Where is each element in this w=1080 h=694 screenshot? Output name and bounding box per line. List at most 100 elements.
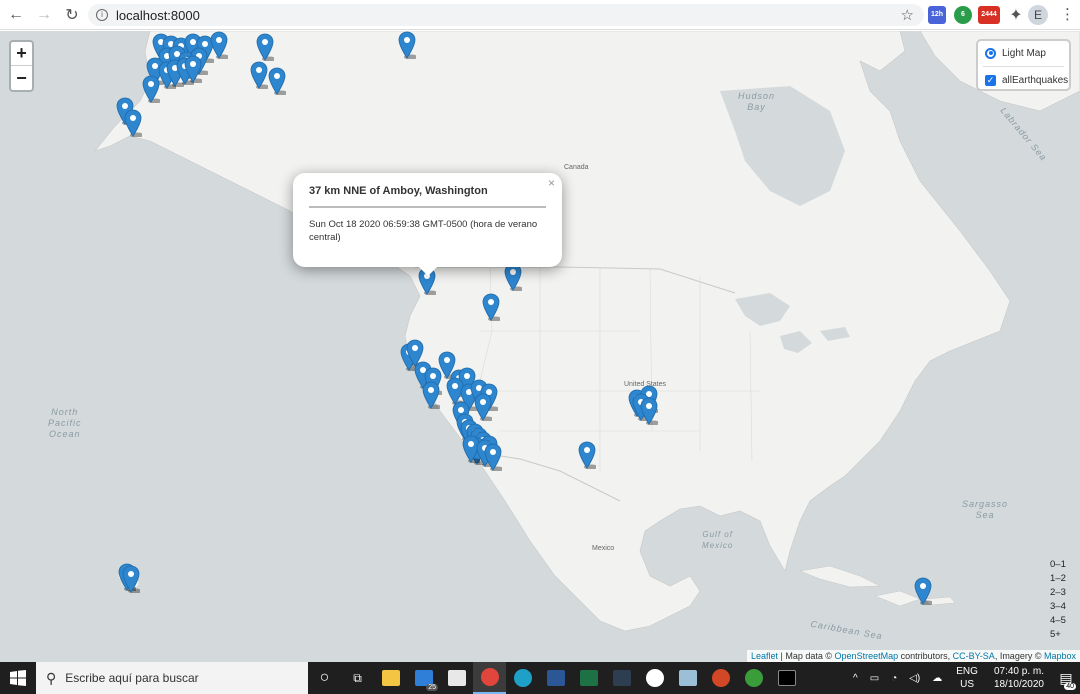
store-icon[interactable] (440, 662, 473, 694)
earthquake-marker-icon[interactable] (142, 75, 160, 103)
label-hudson-bay: Hudson Bay (738, 91, 776, 112)
osm-link[interactable]: OpenStreetMap (835, 651, 899, 661)
zoom-out-button[interactable]: − (11, 66, 32, 90)
file-explorer-icon[interactable] (374, 662, 407, 694)
taskbar-search[interactable]: ⚲ Escribe aquí para buscar (36, 662, 308, 694)
mail-badge: 25 (426, 684, 438, 691)
edge-icon[interactable] (506, 662, 539, 694)
legend-item: 0–1 (1050, 559, 1066, 570)
windows-taskbar: ⚲ Escribe aquí para buscar ○ ⧉ 25 ^ ▭ ◔ … (0, 662, 1080, 694)
extensions-puzzle-icon[interactable]: ✦ (1004, 3, 1028, 27)
green-app-icon[interactable] (737, 662, 770, 694)
attribution-text: | Map data © (778, 651, 835, 661)
label-north-pacific: North Pacific Ocean (48, 407, 82, 439)
earthquake-popup: × 37 km NNE of Amboy, Washington Sun Oct… (293, 173, 562, 267)
clock-time: 07:40 p. m. (993, 666, 1044, 677)
earthquake-marker-icon[interactable] (124, 109, 142, 137)
terminal-icon[interactable] (770, 662, 803, 694)
forward-icon[interactable]: → (32, 3, 56, 27)
clock[interactable]: 07:40 p. m. 18/10/2020 (994, 665, 1044, 691)
clock-date: 18/10/2020 (993, 679, 1044, 690)
leaflet-link[interactable]: Leaflet (751, 651, 778, 661)
popup-close-button[interactable]: × (548, 176, 555, 190)
powerpoint-icon[interactable] (704, 662, 737, 694)
legend-item: 1–2 (1050, 573, 1066, 584)
earthquake-marker-icon[interactable] (504, 263, 522, 291)
earthquake-marker-icon[interactable] (398, 31, 416, 59)
notes-app-icon[interactable] (671, 662, 704, 694)
earthquake-marker-icon[interactable] (914, 577, 932, 605)
legend-item: 5+ (1050, 629, 1061, 640)
reload-icon[interactable]: ↻ (60, 3, 84, 27)
leaflet-map[interactable]: Hudson Bay Labrador Sea North Pacific Oc… (0, 31, 1080, 662)
system-tray: ^ ▭ ◔ ◁) ☁ ENG US 07:40 p. m. 18/10/2020… (847, 662, 1080, 694)
layers-control: Light Map ✓ allEarthquakes (976, 39, 1071, 91)
start-button[interactable] (0, 662, 36, 694)
label-mexico: Mexico (592, 545, 615, 552)
earthquake-marker-icon[interactable] (484, 443, 502, 471)
zoom-in-button[interactable]: + (11, 42, 32, 66)
zoom-control: + − (9, 40, 34, 92)
overlay-layer-option[interactable]: ✓ allEarthquakes (978, 68, 1069, 92)
label-gulf-mexico: Gulf of Mexico (702, 530, 734, 550)
lang-text: ENG (956, 666, 978, 677)
back-icon[interactable]: ← (4, 3, 28, 27)
browser-toolbar: ← → ↻ i localhost:8000 ☆ 12h 6 2444 ✦ E … (0, 0, 1080, 30)
earthquake-marker-icon[interactable] (210, 31, 228, 59)
chrome-icon[interactable] (473, 662, 506, 694)
earthquake-marker-icon[interactable] (640, 397, 658, 425)
earthquake-marker-icon[interactable] (122, 565, 140, 593)
light-map-radio[interactable] (985, 47, 996, 59)
menu-kebab-icon[interactable]: ⋮ (1060, 5, 1075, 23)
bookmark-star-icon[interactable]: ☆ (901, 6, 914, 24)
legend-item: 2–3 (1050, 587, 1066, 598)
mapbox-link[interactable]: Mapbox (1044, 651, 1076, 661)
attribution-text: , Imagery © (994, 651, 1044, 661)
earthquake-marker-icon[interactable] (474, 393, 492, 421)
profile-avatar[interactable]: E (1028, 5, 1048, 25)
earthquake-marker-icon[interactable] (482, 293, 500, 321)
word-icon[interactable] (539, 662, 572, 694)
earthquake-marker-icon[interactable] (422, 381, 440, 409)
earthquake-marker-icon[interactable] (268, 67, 286, 95)
legend-item: 4–5 (1050, 615, 1066, 626)
license-link[interactable]: CC-BY-SA (953, 651, 995, 661)
label-canada: Canada (564, 164, 589, 171)
volume-icon[interactable]: ◁) (909, 673, 920, 684)
excel-icon[interactable] (572, 662, 605, 694)
language-indicator[interactable]: ENG US (956, 665, 978, 691)
task-view-icon[interactable]: ⧉ (341, 662, 374, 694)
earthquake-marker-icon[interactable] (184, 55, 202, 83)
gmail-extension-icon[interactable]: 2444 (978, 6, 1000, 24)
battery-icon[interactable]: ▭ (870, 673, 879, 684)
legend-item: 3–4 (1050, 601, 1066, 612)
search-placeholder: Escribe aquí para buscar (65, 671, 199, 685)
light-map-label: Light Map (1002, 47, 1046, 59)
earthquake-marker-icon[interactable] (256, 33, 274, 61)
earthquake-marker-icon[interactable] (250, 61, 268, 89)
address-bar[interactable]: i localhost:8000 ☆ (88, 4, 924, 26)
green-extension-icon[interactable]: 6 (954, 6, 972, 24)
popup-tip (418, 266, 438, 276)
earthquake-marker-icon[interactable] (578, 441, 596, 469)
search-icon: ⚲ (46, 669, 57, 686)
site-info-icon[interactable]: i (96, 9, 108, 21)
notification-center-icon[interactable]: ▤ 40 (1052, 662, 1080, 694)
attribution-text: contributors, (898, 651, 953, 661)
mail-icon[interactable]: 25 (407, 662, 440, 694)
chevron-up-icon[interactable]: ^ (853, 673, 858, 684)
calendar-extension-icon[interactable]: 12h (928, 6, 946, 24)
bluetooth-icon[interactable]: ☁ (932, 673, 942, 684)
base-layer-option[interactable]: Light Map (978, 41, 1069, 65)
region-text: US (960, 679, 975, 690)
all-earthquakes-label: allEarthquakes (1002, 74, 1069, 86)
windows-logo-icon (10, 670, 26, 686)
slack-icon[interactable] (638, 662, 671, 694)
map-attribution: Leaflet | Map data © OpenStreetMap contr… (747, 650, 1080, 662)
kubernetes-app-icon[interactable] (605, 662, 638, 694)
cortana-icon[interactable]: ○ (308, 662, 341, 694)
popup-time: Sun Oct 18 2020 06:59:38 GMT-0500 (hora … (309, 219, 538, 243)
basemap (94, 31, 1080, 632)
all-earthquakes-checkbox[interactable]: ✓ (985, 74, 996, 86)
wifi-icon[interactable]: ◔ (891, 673, 897, 684)
